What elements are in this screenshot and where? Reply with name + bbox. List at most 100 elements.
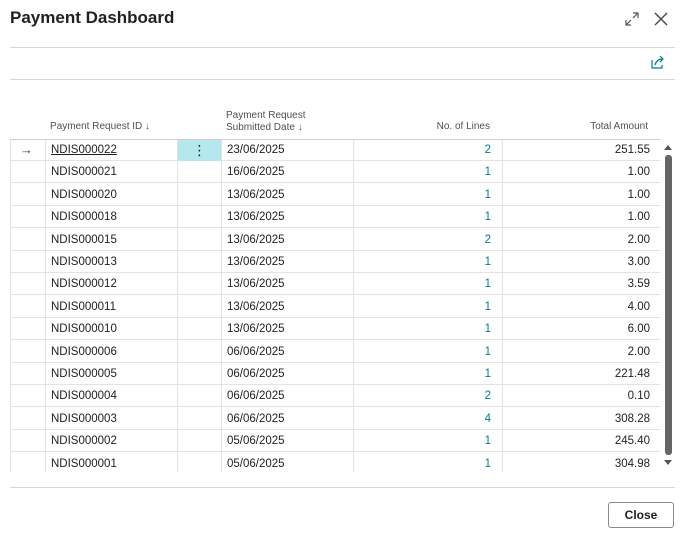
scroll-up-icon[interactable] (663, 143, 673, 151)
request-id-cell[interactable]: NDIS000022 (51, 139, 176, 161)
submitted-date-cell: 16/06/2025 (227, 166, 285, 179)
request-id-cell[interactable]: NDIS000002 (51, 430, 176, 452)
column-header-submitted-date[interactable]: Payment Request Submitted Date ↓ (226, 110, 306, 134)
request-id-cell[interactable]: NDIS000005 (51, 363, 176, 385)
submitted-date-cell: 13/06/2025 (227, 300, 285, 313)
total-amount-cell: 2.00 (627, 233, 650, 246)
table-row[interactable]: NDIS000003 06/06/2025 4 308.28 (10, 408, 660, 430)
close-button[interactable]: Close (608, 502, 674, 528)
total-amount-cell: 6.00 (627, 323, 650, 336)
total-amount-cell: 1.00 (627, 166, 650, 179)
expand-icon (625, 12, 639, 26)
total-amount-cell: 251.55 (614, 144, 650, 156)
grid-line (221, 139, 222, 472)
no-of-lines-cell[interactable]: 2 (360, 139, 491, 161)
no-of-lines-cell[interactable]: 4 (360, 408, 491, 430)
grid-line (10, 139, 11, 472)
no-of-lines-cell[interactable]: 1 (360, 161, 491, 183)
total-amount-cell: 2.00 (627, 345, 650, 358)
table-row[interactable]: NDIS000021 16/06/2025 1 1.00 (10, 161, 660, 184)
request-id-cell[interactable]: NDIS000020 (51, 184, 176, 206)
table-row[interactable]: NDIS000011 13/06/2025 1 4.00 (10, 296, 660, 318)
table-scrollbar[interactable] (662, 139, 674, 472)
submitted-date-cell: 23/06/2025 (227, 144, 285, 156)
no-of-lines-cell[interactable]: 1 (360, 430, 491, 452)
table-row[interactable]: NDIS000002 05/06/2025 1 245.40 (10, 430, 660, 453)
total-amount-cell: 0.10 (627, 390, 650, 403)
total-amount-cell: 1.00 (627, 188, 650, 201)
grid-line (45, 139, 46, 472)
no-of-lines-cell[interactable]: 1 (360, 363, 491, 385)
share-icon (651, 55, 664, 69)
scroll-thumb[interactable] (665, 155, 672, 455)
total-amount-cell: 3.59 (627, 278, 650, 291)
grid-line (502, 139, 503, 472)
submitted-date-cell: 06/06/2025 (227, 368, 285, 380)
grid-line (353, 139, 354, 472)
page-title: Payment Dashboard (10, 8, 175, 27)
total-amount-cell: 245.40 (614, 435, 650, 448)
request-id-cell[interactable]: NDIS000021 (51, 161, 176, 183)
table-row[interactable]: NDIS000018 13/06/2025 1 1.00 (10, 206, 660, 229)
footer-divider (10, 487, 675, 488)
column-header-total-amount[interactable]: Total Amount (540, 121, 648, 133)
no-of-lines-cell[interactable]: 1 (360, 251, 491, 273)
total-amount-cell: 221.48 (614, 368, 650, 380)
submitted-date-cell: 05/06/2025 (227, 435, 285, 448)
payment-requests-table: → NDIS000022 ⋮ 23/06/2025 2 251.55 NDIS000021 1… (10, 139, 660, 472)
submitted-date-cell: 13/06/2025 (227, 233, 285, 246)
table-row[interactable]: NDIS000013 13/06/2025 1 3.00 (10, 251, 660, 273)
total-amount-cell: 1.00 (627, 211, 650, 224)
no-of-lines-cell[interactable]: 1 (360, 318, 491, 340)
total-amount-cell: 304.98 (614, 457, 650, 470)
total-amount-cell: 3.00 (627, 256, 650, 268)
table-row[interactable]: NDIS000006 06/06/2025 1 2.00 (10, 341, 660, 363)
total-amount-cell: 4.00 (627, 300, 650, 313)
close-icon (654, 12, 668, 26)
request-id-cell[interactable]: NDIS000011 (51, 296, 176, 318)
request-id-cell[interactable]: NDIS000006 (51, 341, 176, 363)
no-of-lines-cell[interactable]: 1 (360, 273, 491, 295)
request-id-cell[interactable]: NDIS000012 (51, 273, 176, 295)
total-amount-cell: 308.28 (614, 412, 650, 425)
request-id-cell[interactable]: NDIS000004 (51, 385, 176, 407)
request-id-cell[interactable]: NDIS000001 (51, 453, 176, 472)
divider (10, 47, 675, 48)
submitted-date-cell: 06/06/2025 (227, 412, 285, 425)
request-id-cell[interactable]: NDIS000013 (51, 251, 176, 273)
request-id-cell[interactable]: NDIS000003 (51, 408, 176, 430)
submitted-date-cell: 06/06/2025 (227, 345, 285, 358)
grid-top-border (10, 139, 660, 140)
no-of-lines-cell[interactable]: 1 (360, 341, 491, 363)
table-row[interactable]: NDIS000012 13/06/2025 1 3.59 (10, 273, 660, 296)
request-id-cell[interactable]: NDIS000015 (51, 229, 176, 251)
row-pointer-icon: → (20, 142, 33, 157)
table-row[interactable]: NDIS000015 13/06/2025 2 2.00 (10, 229, 660, 251)
divider (10, 79, 675, 80)
no-of-lines-cell[interactable]: 1 (360, 184, 491, 206)
no-of-lines-cell[interactable]: 1 (360, 296, 491, 318)
table-row[interactable]: NDIS000005 06/06/2025 1 221.48 (10, 363, 660, 385)
no-of-lines-cell[interactable]: 2 (360, 229, 491, 251)
share-button[interactable] (650, 55, 670, 73)
request-id-cell[interactable]: NDIS000010 (51, 318, 176, 340)
submitted-date-cell: 13/06/2025 (227, 211, 285, 224)
table-row[interactable]: → NDIS000022 ⋮ 23/06/2025 2 251.55 (10, 139, 660, 161)
no-of-lines-cell[interactable]: 2 (360, 385, 491, 407)
submitted-date-cell: 13/06/2025 (227, 256, 285, 268)
table-row[interactable]: NDIS000020 13/06/2025 1 1.00 (10, 184, 660, 206)
sort-arrow-icon: ↓ (297, 122, 303, 133)
sort-arrow-icon: ↓ (145, 121, 151, 132)
row-menu-button[interactable]: ⋮ (178, 139, 221, 161)
table-row[interactable]: NDIS000010 13/06/2025 1 6.00 (10, 318, 660, 341)
column-header-request-id[interactable]: Payment Request ID ↓ (50, 121, 150, 133)
table-row[interactable]: NDIS000001 05/06/2025 1 304.98 (10, 453, 660, 472)
no-of-lines-cell[interactable]: 1 (360, 453, 491, 472)
request-id-cell[interactable]: NDIS000018 (51, 206, 176, 228)
close-window-button[interactable] (650, 8, 672, 30)
table-row[interactable]: NDIS000004 06/06/2025 2 0.10 (10, 385, 660, 408)
expand-button[interactable] (621, 8, 643, 30)
column-header-no-of-lines[interactable]: No. of Lines (400, 121, 490, 133)
no-of-lines-cell[interactable]: 1 (360, 206, 491, 228)
scroll-down-icon[interactable] (663, 459, 673, 467)
